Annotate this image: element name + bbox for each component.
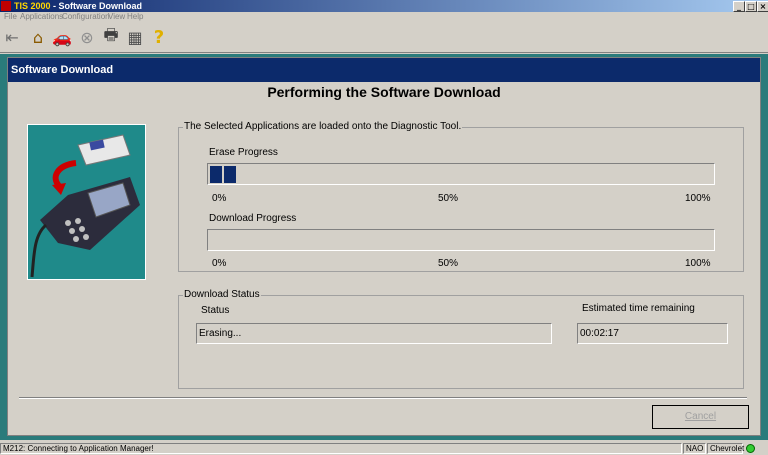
status-field: Erasing... [196,323,552,344]
time-remaining-field: 00:02:17 [577,323,728,344]
status-label: Status [201,305,230,316]
page-title: Performing the Software Download [267,84,501,100]
loaded-applications-group: The Selected Applications are loaded ont… [178,121,744,272]
diagnostic-tool-image [27,124,146,280]
stop-icon[interactable]: ⊗ [76,26,98,48]
erase-scale-50: 50% [438,193,459,204]
exit-icon[interactable]: ⇤ [1,26,23,48]
diagnostic-tool-icon[interactable]: ▦ [124,26,146,48]
separator [19,397,747,399]
menu-bar: File Applications Configuration View Hel… [0,12,768,22]
window-title: TIS 2000 - Software Download [14,0,142,12]
menu-file[interactable]: File [4,12,17,22]
erase-progress-segment [224,166,236,183]
status-message: M212: Connecting to Application Manager! [0,443,682,454]
time-remaining-label: Estimated time remaining [582,303,695,314]
erase-progress-segment [210,166,222,183]
content-frame: Software Download Performing the Softwar… [0,54,768,440]
menu-view[interactable]: View [108,12,125,22]
menu-help[interactable]: Help [127,12,143,22]
erase-scale-0: 0% [212,193,227,204]
brand-indicator: Chevrolet [707,443,744,454]
diagnostic-tool-illustration [30,134,140,278]
software-download-panel: Software Download Performing the Softwar… [7,57,761,436]
menu-applications[interactable]: Applications [20,12,63,22]
cancel-button[interactable]: Cancel [652,405,749,429]
app-name: TIS 2000 [14,1,51,11]
download-scale-50: 50% [438,258,459,269]
download-progress-label: Download Progress [209,213,297,224]
maximize-button[interactable]: □ [745,1,757,12]
print-icon[interactable]: 🖶 [100,25,122,48]
help-icon[interactable]: ? [148,26,170,48]
menu-configuration[interactable]: Configuration [62,12,110,22]
toolbar: ⇤ ⌂ 🚗 ⊗ 🖶 ▦ ? [0,22,768,53]
erase-progress-bar [207,163,715,185]
home-icon[interactable]: ⌂ [27,26,49,48]
close-button[interactable]: × [757,1,768,12]
app-icon [1,1,11,11]
minimize-button[interactable]: _ [733,1,745,12]
panel-header: Software Download [8,58,760,82]
region-indicator: NAO [683,443,706,454]
erase-progress-label: Erase Progress [209,147,278,158]
loaded-applications-legend: The Selected Applications are loaded ont… [183,121,463,132]
connection-status-icon [746,444,755,453]
status-bar: M212: Connecting to Application Manager!… [0,442,768,455]
vehicle-icon[interactable]: 🚗 [51,26,73,48]
download-scale-0: 0% [212,258,227,269]
erase-scale-100: 100% [685,193,711,204]
download-progress-bar [207,229,715,251]
window-title-suffix: - Software Download [50,1,143,11]
title-bar: TIS 2000 - Software Download _ □ × [0,0,768,12]
download-scale-100: 100% [685,258,711,269]
download-status-legend: Download Status [183,289,261,300]
download-status-group: Download Status Status Erasing... Estima… [178,289,744,389]
